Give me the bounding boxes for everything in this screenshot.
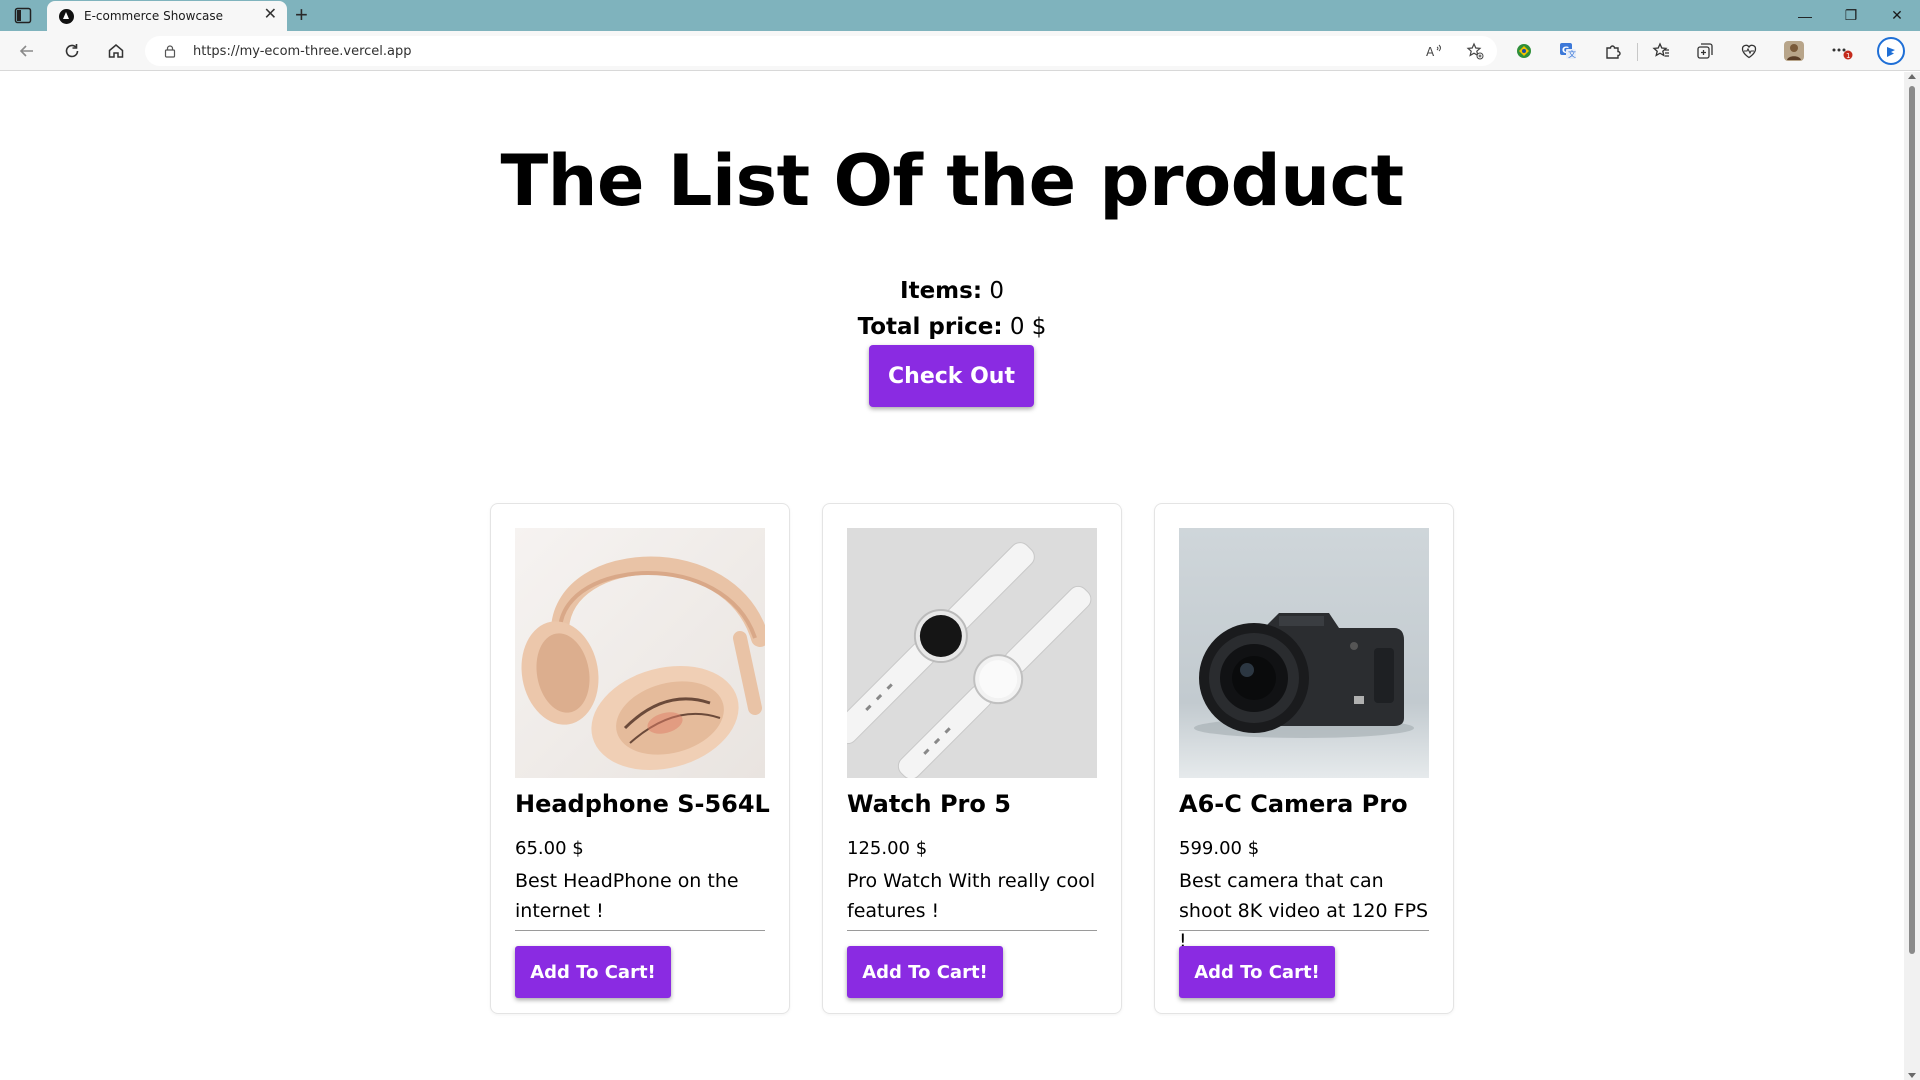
browser-toolbar: https://my-ecom-three.vercel.app A G文 1 [0, 31, 1920, 71]
extensions-icon[interactable] [1602, 40, 1624, 62]
product-description: Best camera that can shoot 8K video at 1… [1179, 870, 1429, 952]
card-divider [515, 930, 765, 931]
product-name: Watch Pro 5 [847, 790, 1011, 818]
card-divider [847, 930, 1097, 931]
product-name: A6-C Camera Pro [1179, 790, 1408, 818]
scrollbar-thumb[interactable] [1909, 86, 1915, 954]
refresh-icon[interactable] [60, 39, 84, 63]
total-price-value: 0 $ [1009, 314, 1047, 340]
add-to-cart-button[interactable]: Add To Cart! [847, 946, 1003, 998]
scroll-up-arrow-icon[interactable] [1908, 74, 1916, 79]
cart-total-line: Total price: 0 $ [0, 314, 1904, 340]
card-divider [1179, 930, 1429, 931]
headphones-image [515, 528, 765, 778]
minimize-button[interactable]: — [1782, 0, 1828, 31]
toolbar-divider [1637, 43, 1638, 61]
product-price: 125.00 $ [847, 838, 928, 859]
browser-essentials-icon[interactable] [1738, 40, 1760, 62]
url-text[interactable]: https://my-ecom-three.vercel.app [193, 44, 412, 59]
add-to-cart-button[interactable]: Add To Cart! [1179, 946, 1335, 998]
product-price: 65.00 $ [515, 838, 584, 859]
window-controls: — ❐ ✕ [1782, 0, 1920, 31]
product-card: A6-C Camera Pro 599.00 $ Best camera tha… [1154, 503, 1454, 1014]
new-tab-button[interactable]: + [295, 3, 308, 27]
items-label: Items: [900, 278, 983, 304]
extension-icon[interactable] [1513, 40, 1535, 62]
favorites-icon[interactable] [1650, 40, 1672, 62]
tab-bar: E-commerce Showcase ✕ + — ❐ ✕ [0, 0, 1920, 31]
product-card: Headphone S-564L 65.00 $ Best HeadPhone … [490, 503, 790, 1014]
product-price: 599.00 $ [1179, 838, 1260, 859]
svg-text:文: 文 [1568, 49, 1576, 59]
check-out-button[interactable]: Check Out [869, 345, 1034, 407]
svg-text:A: A [1426, 45, 1435, 58]
page-title: The List Of the product [500, 140, 1404, 222]
product-list: Headphone S-564L 65.00 $ Best HeadPhone … [490, 503, 1454, 1014]
bing-copilot-icon[interactable] [1876, 36, 1906, 66]
translate-icon[interactable]: G文 [1557, 40, 1579, 62]
vercel-favicon-icon [59, 9, 74, 24]
scroll-down-arrow-icon[interactable] [1908, 1073, 1916, 1078]
more-icon[interactable]: 1 [1831, 40, 1853, 62]
items-value: 0 [989, 278, 1004, 304]
back-icon[interactable] [15, 39, 39, 63]
total-price-label: Total price: [857, 314, 1003, 340]
product-card: Watch Pro 5 125.00 $ Pro Watch With real… [822, 503, 1122, 1014]
tab-active[interactable]: E-commerce Showcase ✕ [47, 1, 287, 31]
close-window-button[interactable]: ✕ [1874, 0, 1920, 31]
camera-image [1179, 528, 1429, 778]
watch-image [847, 528, 1097, 778]
restore-button[interactable]: ❐ [1828, 0, 1874, 31]
product-description: Best HeadPhone on the internet ! [515, 870, 739, 922]
product-name: Headphone S-564L [515, 790, 770, 818]
address-bar[interactable]: https://my-ecom-three.vercel.app A [145, 36, 1497, 66]
lock-icon[interactable] [163, 44, 177, 58]
collections-icon[interactable] [1694, 40, 1716, 62]
product-description: Pro Watch With really cool features ! [847, 870, 1096, 922]
read-aloud-icon[interactable]: A [1425, 42, 1445, 60]
page-content: The List Of the product Items: 0 Total p… [0, 72, 1904, 1080]
tab-close-icon[interactable]: ✕ [264, 7, 277, 23]
tab-title: E-commerce Showcase [84, 9, 224, 23]
more-badge: 1 [1846, 52, 1850, 60]
profile-icon[interactable] [1783, 40, 1805, 62]
sidebar-toggle-icon[interactable] [14, 7, 32, 24]
cart-items-line: Items: 0 [0, 278, 1904, 304]
home-icon[interactable] [104, 39, 128, 63]
page-scrollbar[interactable] [1904, 72, 1920, 1080]
add-to-cart-button[interactable]: Add To Cart! [515, 946, 671, 998]
add-favorite-icon[interactable] [1465, 42, 1485, 60]
